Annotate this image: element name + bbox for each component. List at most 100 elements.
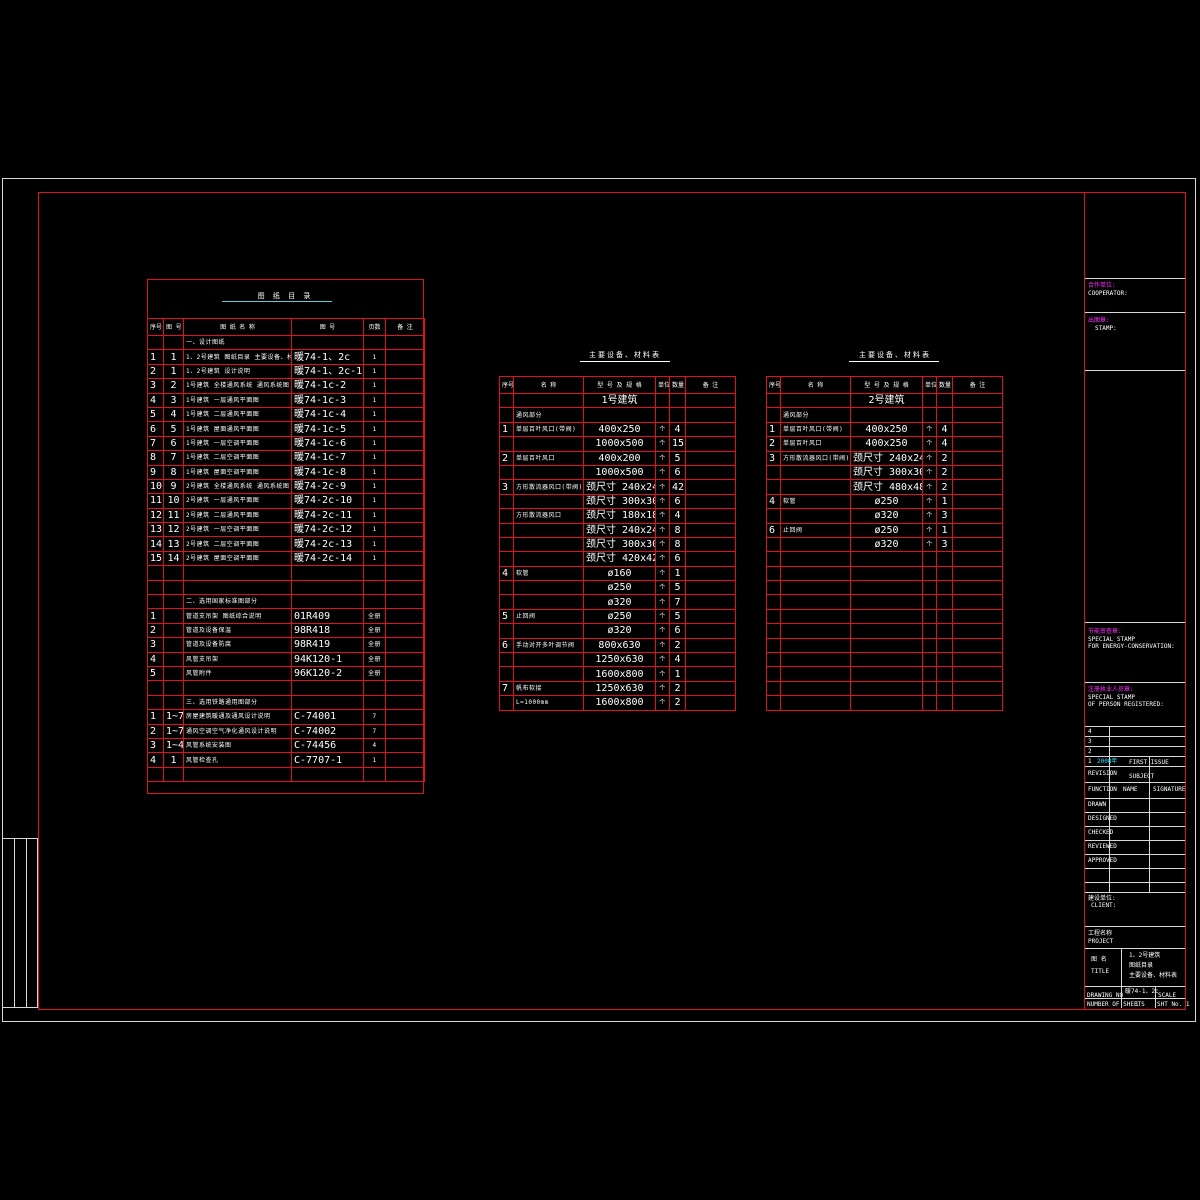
table-cell: C-74456 <box>291 737 364 754</box>
header-cell: 单位 <box>922 376 937 394</box>
table-cell <box>385 594 425 610</box>
table-cell: 个 <box>655 479 670 495</box>
table-cell: 暖74-1c-7 <box>291 450 364 466</box>
table-cell <box>766 551 781 567</box>
table-cell <box>385 363 425 380</box>
table-cell <box>780 580 851 596</box>
table-cell <box>499 551 514 567</box>
table-cell: 暖74-1c-3 <box>291 392 364 408</box>
table-cell <box>922 652 937 668</box>
table-cell: 3 <box>936 536 953 553</box>
title-line-2: 图纸目录 <box>1129 962 1154 969</box>
table-cell: 2 <box>669 680 686 697</box>
table-cell <box>499 436 514 452</box>
table-cell: ø320 <box>850 508 923 524</box>
table-cell <box>922 608 937 625</box>
header-cell: 页数 <box>363 318 386 336</box>
table-cell <box>766 680 781 697</box>
table-cell: C-74002 <box>291 723 364 739</box>
table-cell <box>766 594 781 610</box>
table-row: 颈尺寸 420x420个6 <box>499 551 736 567</box>
table-cell <box>780 464 851 481</box>
table-cell <box>163 608 184 624</box>
table-cell <box>163 594 184 610</box>
table-cell <box>766 608 781 625</box>
table-cell <box>499 623 514 639</box>
table-cell: 5 <box>669 450 686 466</box>
equip-2-title-underline <box>849 361 939 362</box>
title-cn: 图 名 <box>1091 956 1107 963</box>
table-cell: 1 <box>163 349 184 365</box>
table-row: 3方形散流器风口(带阀)颈尺寸 240x240个42 <box>499 479 736 495</box>
table-cell: 15 <box>669 436 686 452</box>
table-cell: 个 <box>655 551 670 567</box>
table-row: 1 单层百叶风口(带阀) 400x250 个 4 <box>499 421 736 438</box>
table-cell <box>685 407 736 423</box>
table-cell: 7 <box>669 594 686 610</box>
subject-label: SUBJECT <box>1129 773 1155 780</box>
equip-2-table: 序号名 称型 号 及 规 格单位 数量备 注 2号建筑 通风部分 1 单层百叶风口(带阀)… <box>766 376 1003 711</box>
table-cell <box>922 392 937 409</box>
table-cell: ø320 <box>583 623 656 639</box>
table-cell: 1 <box>147 349 164 365</box>
table-cell <box>952 479 1003 495</box>
table-cell <box>780 637 851 654</box>
table-cell: 软管 <box>513 565 584 582</box>
function-label: FUNCTION <box>1088 786 1117 793</box>
table-row <box>766 652 1003 668</box>
header-cell: 序号 <box>766 376 781 394</box>
table-row: 8 7 1号建筑 二层空调平面图 暖74-1c-7 1 <box>147 450 425 466</box>
table-cell: 二、选用国家标准图部分 <box>183 594 292 610</box>
cooperator-cn: 合作单位: <box>1088 282 1116 289</box>
table-cell: 1 <box>363 507 386 524</box>
table-cell: 1 <box>363 522 386 538</box>
table-row: ø320 个 3 <box>766 508 1003 524</box>
table-cell <box>952 580 1003 596</box>
table-cell <box>163 565 184 581</box>
table-row <box>766 594 1003 610</box>
table-cell: 个 <box>655 652 670 668</box>
table-cell: 个 <box>655 680 670 697</box>
table-cell: 个 <box>655 450 670 466</box>
table-cell <box>766 666 781 682</box>
table-cell: 4 <box>936 421 953 438</box>
table-cell <box>499 695 514 711</box>
reviewed-label: REVIEWED <box>1088 843 1117 850</box>
table-cell <box>936 392 953 409</box>
table-cell <box>513 666 584 682</box>
table-cell <box>513 580 584 596</box>
header-cell: 序号 <box>147 318 164 336</box>
table-cell: 颈尺寸 240x240 <box>583 479 656 495</box>
table-cell: 1 <box>363 464 386 480</box>
table-row: 1号建筑 <box>499 392 736 409</box>
table-cell <box>499 594 514 610</box>
table-cell <box>922 695 937 711</box>
table-cell <box>163 579 184 596</box>
energy-stamp-en2: FOR ENERGY-CONSERVATION: <box>1088 643 1175 650</box>
table-cell: 1号建筑 屋面通风平面图 <box>183 421 292 437</box>
table-cell: 颈尺寸 300x300 <box>850 464 923 481</box>
table-cell <box>385 651 425 667</box>
table-cell: 5 <box>669 608 686 625</box>
table-cell: 1000x500 <box>583 464 656 481</box>
table-cell: 4 <box>147 392 164 408</box>
table-cell <box>685 580 736 596</box>
registered-stamp-en2: OF PERSON REGISTERED: <box>1088 701 1164 708</box>
table-cell: L=1000mm <box>513 695 584 711</box>
table-cell <box>385 752 425 768</box>
table-cell: 止回阀 <box>780 522 851 538</box>
table-cell <box>385 579 425 596</box>
table-cell <box>936 652 953 668</box>
table-row: ø320 个 3 <box>766 536 1003 553</box>
table-cell <box>766 637 781 654</box>
table-cell <box>513 652 584 668</box>
table-cell: 400x250 <box>583 421 656 438</box>
rev-row-4: 4 <box>1088 728 1092 735</box>
table-row: ø320 个 6 <box>499 623 736 639</box>
table-cell: 4 <box>936 436 953 452</box>
table-cell: 管道支吊架 图纸综合说明 <box>183 608 292 624</box>
table-cell <box>952 666 1003 682</box>
table-cell: 11 <box>163 507 184 524</box>
table-cell: 1 <box>363 392 386 408</box>
table-cell <box>952 594 1003 610</box>
